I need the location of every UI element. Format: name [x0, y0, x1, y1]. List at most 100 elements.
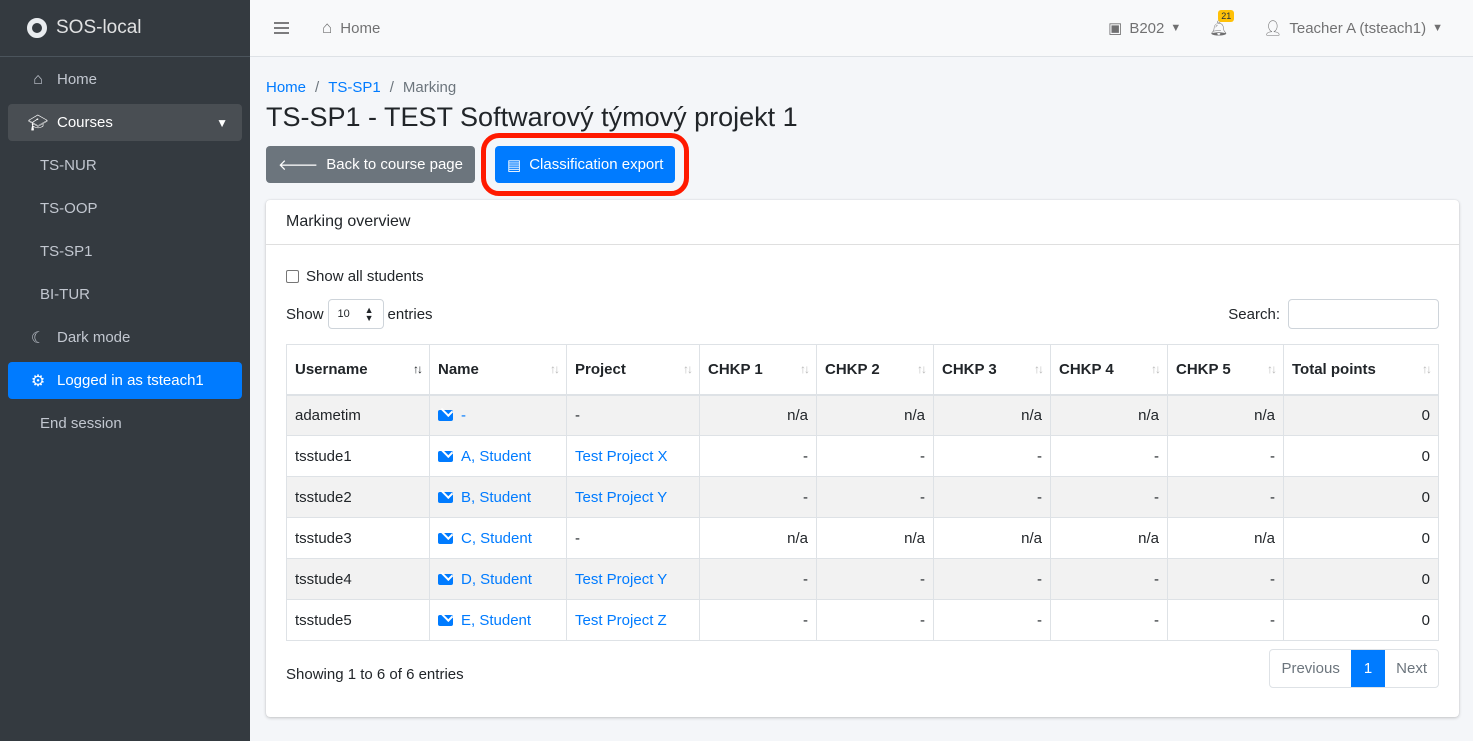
sidebar-item-courses[interactable]: 🎓︎ Courses ▼	[8, 104, 242, 141]
show-all-label: Show all students	[306, 268, 424, 285]
arrow-left-icon: 🡐	[278, 157, 319, 174]
show-all-checkbox[interactable]	[286, 270, 299, 283]
student-name-link[interactable]: C, Student	[461, 530, 532, 547]
project-link[interactable]: Test Project X	[575, 448, 668, 465]
pagination-page-1[interactable]: 1	[1350, 650, 1386, 687]
student-name-link[interactable]: D, Student	[461, 571, 532, 588]
student-name-link[interactable]: E, Student	[461, 612, 531, 629]
card-body: Show all students Show 10 ▲ ▼ entries Sea…	[266, 268, 1459, 688]
student-name-link[interactable]: B, Student	[461, 489, 531, 506]
breadcrumb-course[interactable]: TS-SP1	[328, 79, 381, 96]
project-link[interactable]: Test Project Y	[575, 571, 667, 588]
user-dropdown[interactable]: 👤︎ Teacher A (tsteach1) ▼	[1263, 19, 1443, 38]
envelope-icon[interactable]	[438, 409, 453, 421]
sidebar-item-logged-in[interactable]: ⚙ Logged in as tsteach1	[8, 362, 242, 399]
pagination-next[interactable]: Next	[1385, 650, 1438, 687]
export-button-label: Classification export	[529, 156, 664, 173]
sidebar-item-label: TS-OOP	[40, 200, 98, 217]
breadcrumb: Home / TS-SP1 / Marking	[266, 79, 1459, 96]
cell-name[interactable]: B, Student	[429, 476, 567, 518]
cell-chkp3: n/a	[933, 517, 1051, 559]
brand-name: SOS-local	[56, 17, 142, 38]
marking-table: Username ↑↓ Name ↑↓ Project ↑↓ CHKP 1 ↑↓ CHK…	[286, 344, 1439, 641]
pagination-previous[interactable]: Previous	[1270, 650, 1350, 687]
select-arrows-icon: ▲ ▼	[364, 305, 374, 323]
chevron-down-icon: ▼	[1170, 22, 1182, 34]
column-header-chkp3[interactable]: CHKP 3 ↑↓	[933, 344, 1051, 396]
sort-icon: ↑↓	[917, 362, 927, 376]
envelope-icon[interactable]	[438, 491, 453, 503]
brand-link[interactable]: SOS-local	[0, 0, 250, 57]
notifications-button[interactable]: 🔔︎ 21	[1209, 10, 1235, 37]
cell-chkp5: -	[1167, 435, 1284, 477]
cell-chkp3: -	[933, 476, 1051, 518]
student-name-link[interactable]: -	[461, 407, 466, 424]
project-link[interactable]: Test Project Y	[575, 489, 667, 506]
sidebar-item-bi-tur[interactable]: BI-TUR	[8, 276, 242, 313]
breadcrumb-home[interactable]: Home	[266, 79, 306, 96]
sidebar-item-end-session[interactable]: End session	[8, 405, 242, 442]
cell-name[interactable]: E, Student	[429, 599, 567, 641]
search-input[interactable]	[1288, 299, 1439, 329]
show-all-students-toggle[interactable]: Show all students	[286, 268, 1439, 285]
project-link[interactable]: Test Project Z	[575, 612, 667, 629]
cell-name[interactable]: A, Student	[429, 435, 567, 477]
sort-asc-icon: ↑↓	[413, 362, 423, 376]
column-header-project[interactable]: Project ↑↓	[566, 344, 700, 396]
sidebar-item-home[interactable]: ⌂ Home	[8, 61, 242, 98]
envelope-icon[interactable]	[438, 573, 453, 585]
back-to-course-button[interactable]: 🡐 Back to course page	[266, 146, 475, 183]
top-home-link[interactable]: ⌂ Home	[322, 18, 380, 38]
table-info: Showing 1 to 6 of 6 entries	[286, 666, 464, 683]
column-header-chkp1[interactable]: CHKP 1 ↑↓	[699, 344, 817, 396]
column-header-chkp4[interactable]: CHKP 4 ↑↓	[1050, 344, 1168, 396]
sidebar-item-label: TS-NUR	[40, 157, 97, 174]
cell-project: -	[566, 394, 700, 436]
column-header-chkp5[interactable]: CHKP 5 ↑↓	[1167, 344, 1284, 396]
cell-chkp1: n/a	[699, 394, 817, 436]
cell-chkp1: n/a	[699, 517, 817, 559]
sort-icon: ↑↓	[800, 362, 810, 376]
cell-project[interactable]: Test Project Z	[566, 599, 700, 641]
cell-chkp3: -	[933, 435, 1051, 477]
table-search: Search:	[1228, 299, 1439, 329]
envelope-icon[interactable]	[438, 532, 453, 544]
table-row: adametim - - n/a n/a n/a n/a n/a 0	[286, 394, 1439, 436]
project-link: -	[575, 529, 580, 547]
cell-chkp1: -	[699, 435, 817, 477]
sidebar-item-ts-nur[interactable]: TS-NUR	[8, 147, 242, 184]
sort-icon: ↑↓	[550, 362, 560, 376]
sidebar-item-ts-oop[interactable]: TS-OOP	[8, 190, 242, 227]
student-name-link[interactable]: A, Student	[461, 448, 531, 465]
cell-chkp5: -	[1167, 558, 1284, 600]
top-right-menu: ▣ B202 ▼ 🔔︎ 21 👤︎ Teacher A (tsteach1) ▼	[1080, 10, 1443, 38]
cell-project[interactable]: Test Project X	[566, 435, 700, 477]
room-dropdown[interactable]: ▣ B202 ▼	[1108, 19, 1182, 38]
envelope-icon[interactable]	[438, 614, 453, 626]
moon-icon: ☾	[30, 329, 46, 347]
breadcrumb-current: Marking	[402, 79, 457, 96]
cell-name[interactable]: C, Student	[429, 517, 567, 559]
column-header-name[interactable]: Name ↑↓	[429, 344, 567, 396]
cell-username: tsstude5	[286, 599, 430, 641]
top-home-label: Home	[340, 19, 381, 37]
envelope-icon[interactable]	[438, 450, 453, 462]
back-button-label: Back to course page	[326, 156, 463, 173]
calendar-check-icon: ▣	[1108, 20, 1123, 37]
table-row: tsstude5 E, Student Test Project Z-----0	[286, 599, 1439, 641]
sidebar-item-label: BI-TUR	[40, 286, 90, 303]
cell-name[interactable]: -	[429, 394, 567, 436]
cell-name[interactable]: D, Student	[429, 558, 567, 600]
column-header-total[interactable]: Total points ↑↓	[1283, 344, 1439, 396]
column-header-chkp2[interactable]: CHKP 2 ↑↓	[816, 344, 934, 396]
classification-export-button[interactable]: ▤ Classification export	[480, 133, 690, 196]
sidebar-item-label: End session	[40, 415, 122, 432]
entries-select[interactable]: 10 ▲ ▼	[327, 299, 384, 329]
sidebar-item-dark-mode[interactable]: ☾ Dark mode	[8, 319, 242, 356]
cell-project[interactable]: Test Project Y	[566, 558, 700, 600]
cell-chkp2: -	[816, 435, 934, 477]
menu-toggle-icon[interactable]	[274, 22, 289, 34]
sidebar-item-ts-sp1[interactable]: TS-SP1	[8, 233, 242, 270]
column-header-username[interactable]: Username ↑↓	[286, 344, 430, 396]
cell-project[interactable]: Test Project Y	[566, 476, 700, 518]
